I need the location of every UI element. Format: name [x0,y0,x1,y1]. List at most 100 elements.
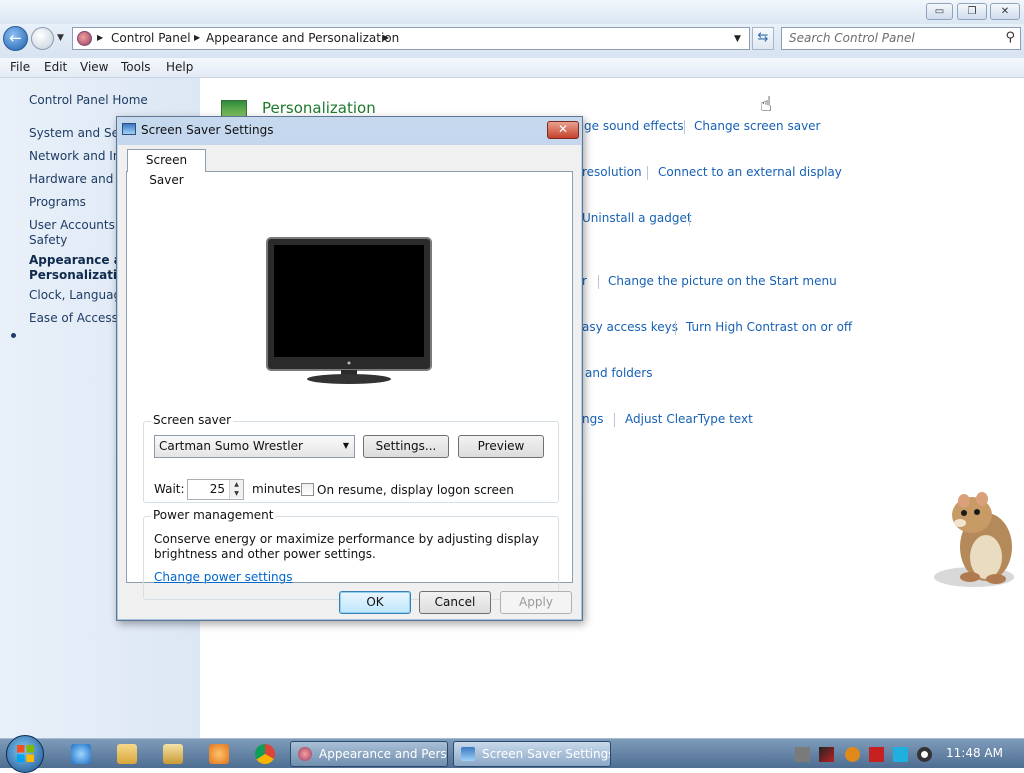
change-power-settings-link[interactable]: Change power settings [154,570,293,584]
task-easy-access-keys[interactable]: asy access keys [582,320,678,334]
task-sound-effects[interactable]: ge sound effects [584,119,684,133]
settings-button[interactable]: Settings... [363,435,449,458]
tab-screen-saver[interactable]: Screen Saver [127,149,206,187]
screen-saver-icon [122,123,136,135]
monitor-preview [266,237,432,384]
separator [675,321,676,335]
logon-screen-label[interactable]: On resume, display logon screen [317,483,514,497]
ok-button[interactable]: OK [339,591,411,614]
refresh-button[interactable]: ⇆ [752,27,774,50]
task-cleartype[interactable]: Adjust ClearType text [625,412,753,426]
chevron-right-icon[interactable]: ▶ [383,33,389,42]
chevron-right-icon[interactable]: ▶ [194,33,200,42]
stepper-buttons: ▲ ▼ [229,480,243,499]
wait-label: Wait: [154,482,185,496]
nav-control-panel-home[interactable]: Control Panel Home [29,93,148,108]
taskbar-clock[interactable]: 11:48 AM [946,746,1003,760]
task-external-display[interactable]: Connect to an external display [658,165,842,179]
screen-saver-group: Screen saver Cartman Sumo Wrestler ▼ Set… [143,413,559,503]
task-font-settings[interactable]: ngs [582,412,603,426]
stepper-down-icon[interactable]: ▼ [230,489,243,498]
menu-tools[interactable]: Tools [121,60,151,74]
menu-file[interactable]: File [10,60,30,74]
separator [689,212,690,226]
media-player-icon[interactable] [163,744,183,764]
nav-network-internet[interactable]: Network and Int [29,149,125,164]
tray-volume-icon[interactable] [917,747,932,762]
nav-clock-language[interactable]: Clock, Language [29,288,128,303]
address-field[interactable]: ▶ Control Panel ▶ Appearance and Persona… [72,27,750,50]
logon-screen-checkbox[interactable] [301,483,314,496]
recent-pages-dropdown[interactable]: ▼ [57,33,64,43]
search-input[interactable]: Search Control Panel ⚲ [781,27,1021,50]
power-description-line1: Conserve energy or maximize performance … [154,532,539,546]
breadcrumb-appearance[interactable]: Appearance and Personalization [206,31,399,45]
nav-user-accounts-line2[interactable]: Safety [29,233,67,248]
hamster-agent-icon[interactable] [930,485,1024,595]
power-management-group: Power management Conserve energy or maxi… [143,508,559,600]
dropdown-arrow-icon: ▼ [342,441,349,450]
separator [647,166,648,180]
cancel-button[interactable]: Cancel [419,591,491,614]
internet-explorer-icon[interactable] [71,744,91,764]
nav-ease-of-access[interactable]: Ease of Access [29,311,118,326]
address-history-dropdown[interactable]: ▼ [734,34,741,44]
window-titlebar: ▭ ❐ ✕ [0,0,1024,24]
dialog-body: Screen Saver Screen saver Cartman Sumo W… [118,145,581,619]
power-group-label: Power management [151,508,276,522]
tray-display-icon[interactable] [893,747,908,762]
back-button[interactable]: ← [3,26,28,51]
taskbar-task-appearance[interactable]: Appearance and Pers... [290,741,448,767]
task-uninstall-gadget[interactable]: Uninstall a gadget [582,211,692,225]
stepper-up-icon[interactable]: ▲ [230,480,243,489]
firefox-icon[interactable] [209,744,229,764]
taskbar: Appearance and Pers... Screen Saver Sett… [0,735,1024,773]
minutes-label: minutes [252,482,301,496]
screen-saver-selected: Cartman Sumo Wrestler [159,439,303,453]
tab-panel: Screen saver Cartman Sumo Wrestler ▼ Set… [126,171,573,600]
close-window-button[interactable]: ✕ [990,3,1020,20]
chrome-icon[interactable] [255,744,275,764]
maximize-button[interactable]: ❐ [957,3,987,20]
control-panel-icon [298,747,312,761]
hand-cursor-icon: ☝ [760,92,773,116]
task-files-and-folders[interactable]: and folders [585,366,652,380]
task-start-menu-picture[interactable]: Change the picture on the Start menu [608,274,837,288]
minimize-button[interactable]: ▭ [926,3,953,20]
tray-network-icon[interactable] [795,747,810,762]
wait-minutes-stepper[interactable]: 25 ▲ ▼ [187,479,244,500]
task-high-contrast[interactable]: Turn High Contrast on or off [686,320,852,334]
category-title-personalization[interactable]: Personalization [262,99,376,117]
taskbar-task-label: Appearance and Pers... [319,747,448,761]
menu-edit[interactable]: Edit [44,60,67,74]
start-button[interactable] [6,735,44,773]
chevron-right-icon[interactable]: ▶ [97,33,103,42]
tray-check-icon[interactable] [819,747,834,762]
screen-saver-select[interactable]: Cartman Sumo Wrestler ▼ [154,435,355,458]
task-resolution[interactable]: resolution [582,165,642,179]
arrow-left-icon: ← [9,29,22,47]
preview-button[interactable]: Preview [458,435,544,458]
screen-saver-group-label: Screen saver [151,413,234,427]
menu-help[interactable]: Help [166,60,193,74]
dialog-close-button[interactable]: ✕ [547,121,579,139]
taskbar-task-label: Screen Saver Settings [482,747,611,761]
task-change-screen-saver[interactable]: Change screen saver [694,119,821,133]
screen-saver-dialog: Screen Saver Settings ✕ Screen Saver Scr… [116,116,583,621]
power-description-line2: brightness and other power settings. [154,547,376,561]
separator [684,120,685,134]
nav-programs[interactable]: Programs [29,195,86,210]
menu-view[interactable]: View [80,60,108,74]
apply-button[interactable]: Apply [500,591,572,614]
search-icon[interactable]: ⚲ [1005,30,1015,45]
breadcrumb-control-panel[interactable]: Control Panel [111,31,191,45]
taskbar-task-screen-saver[interactable]: Screen Saver Settings [453,741,611,767]
address-bar: ← ▼ ▶ Control Panel ▶ Appearance and Per… [0,24,1024,58]
forward-button[interactable] [31,27,54,50]
tray-search-icon[interactable] [845,747,860,762]
wait-value: 25 [209,482,225,496]
tray-flag-icon[interactable] [869,747,884,762]
search-placeholder: Search Control Panel [789,31,915,45]
separator [598,275,599,289]
windows-explorer-icon[interactable] [117,744,137,764]
